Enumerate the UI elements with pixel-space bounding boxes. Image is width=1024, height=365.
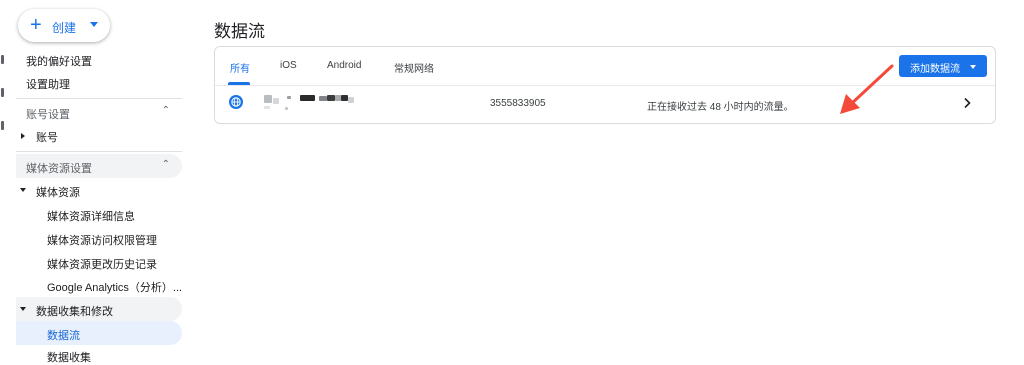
chevron-up-icon: ⌃ [161,105,170,116]
nav-item-data-collection[interactable]: 数据收集 [47,349,91,365]
nav-item-data-collection-group-label: 数据收集和修改 [36,306,113,318]
section-title: 媒体资源设置 [26,163,92,175]
main-content: 数据流 所有 iOS Android 常规网络 添加数据流 3555833905… [184,0,1024,361]
stream-id: 3555833905 [490,98,546,109]
active-tab-indicator [228,82,250,85]
collapse-arrow-icon [20,188,26,192]
dropdown-caret-icon [90,22,98,27]
annotation-arrow-icon [840,64,894,114]
expand-arrow-icon [21,133,25,139]
window-edge [0,0,8,361]
sidebar: + 创建 我的偏好设置 设置助理 账号设置 ⌃ 账号 媒体资源设置 ⌃ 媒体资源… [8,0,184,364]
divider [16,151,182,152]
section-property-settings[interactable]: 媒体资源设置 ⌃ [16,154,182,178]
add-stream-button-label: 添加数据流 [910,64,960,75]
edge-marker [1,121,4,130]
edge-marker [1,55,4,64]
divider [16,98,182,99]
nav-item-setup-assistant[interactable]: 设置助理 [26,76,70,92]
tab-android[interactable]: Android [327,60,361,71]
nav-item-google-analytics[interactable]: Google Analytics（分析）... [47,279,182,295]
nav-item-data-streams-label: 数据流 [47,330,80,342]
create-button[interactable]: + 创建 [18,9,110,42]
nav-item-data-collection-group[interactable]: 数据收集和修改 [16,297,182,321]
chevron-right-icon[interactable] [959,95,975,111]
nav-item-property-label: 媒体资源 [36,187,80,199]
stream-status: 正在接收过去 48 小时内的流量。 [647,102,794,113]
web-globe-icon [229,95,243,109]
add-stream-button[interactable]: 添加数据流 [899,55,987,77]
tab-web[interactable]: 常规网络 [394,60,434,75]
collapse-arrow-icon [20,307,26,311]
dropdown-caret-icon [970,65,976,69]
tab-all[interactable]: 所有 [230,60,250,75]
nav-item-property-history[interactable]: 媒体资源更改历史记录 [47,256,157,272]
nav-item-property-details[interactable]: 媒体资源详细信息 [47,208,135,224]
chevron-up-icon: ⌃ [161,159,170,170]
nav-item-preferences[interactable]: 我的偏好设置 [26,53,92,69]
nav-item-property-access[interactable]: 媒体资源访问权限管理 [47,232,157,248]
section-title: 账号设置 [26,109,70,121]
plus-icon: + [30,14,42,36]
page-title: 数据流 [214,22,265,41]
section-account-settings[interactable]: 账号设置 ⌃ [16,100,182,124]
tab-ios[interactable]: iOS [280,60,297,71]
nav-item-account-label: 账号 [36,132,58,144]
create-button-label: 创建 [52,21,77,35]
nav-item-data-streams[interactable]: 数据流 [16,321,182,345]
edge-marker [1,88,4,97]
